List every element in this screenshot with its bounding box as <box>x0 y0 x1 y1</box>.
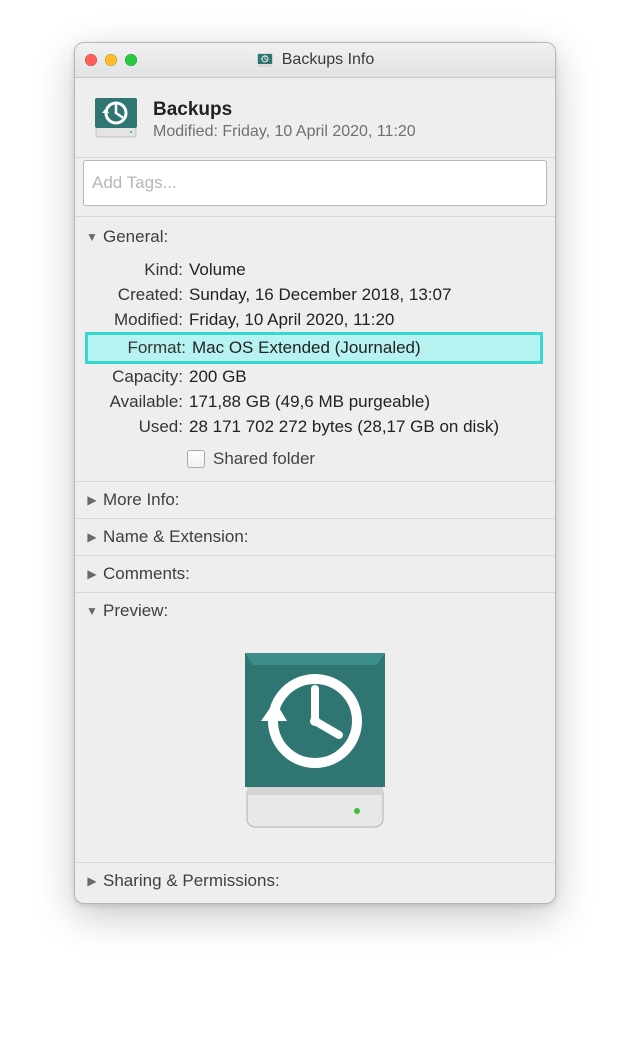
disclosure-right-icon: ▶ <box>85 493 99 507</box>
label-modified: Modified: <box>87 307 189 332</box>
label-capacity: Capacity: <box>87 364 189 389</box>
section-sharing-permissions-title: Sharing & Permissions: <box>103 871 280 891</box>
value-capacity: 200 GB <box>189 364 543 389</box>
tags-input[interactable] <box>83 160 547 206</box>
section-general-header[interactable]: ▼ General: <box>75 219 555 255</box>
value-used: 28 171 702 272 bytes (28,17 GB on disk) <box>189 414 543 439</box>
close-icon[interactable] <box>85 54 97 66</box>
value-created: Sunday, 16 December 2018, 13:07 <box>189 282 543 307</box>
volume-icon <box>91 92 141 147</box>
shared-folder-row: Shared folder <box>187 449 543 469</box>
section-comments: ▶ Comments: <box>75 556 555 593</box>
row-created: Created: Sunday, 16 December 2018, 13:07 <box>87 282 543 307</box>
section-name-extension-header[interactable]: ▶ Name & Extension: <box>75 519 555 555</box>
header: Backups Modified: Friday, 10 April 2020,… <box>75 78 555 158</box>
value-available: 171,88 GB (49,6 MB purgeable) <box>189 389 543 414</box>
disclosure-right-icon: ▶ <box>85 530 99 544</box>
section-more-info: ▶ More Info: <box>75 482 555 519</box>
section-comments-title: Comments: <box>103 564 190 584</box>
section-general-title: General: <box>103 227 168 247</box>
minimize-icon[interactable] <box>105 54 117 66</box>
tags-row <box>75 158 555 217</box>
label-available: Available: <box>87 389 189 414</box>
volume-name: Backups <box>153 99 416 121</box>
section-preview-header[interactable]: ▼ Preview: <box>75 593 555 629</box>
preview-volume-icon <box>225 639 405 844</box>
maximize-icon[interactable] <box>125 54 137 66</box>
titlebar: Backups Info <box>75 43 555 78</box>
row-capacity: Capacity: 200 GB <box>87 364 543 389</box>
shared-folder-label: Shared folder <box>213 449 315 469</box>
disclosure-down-icon: ▼ <box>85 604 99 618</box>
disclosure-down-icon: ▼ <box>85 230 99 244</box>
traffic-lights <box>85 54 137 66</box>
section-comments-header[interactable]: ▶ Comments: <box>75 556 555 592</box>
label-used: Used: <box>87 414 189 439</box>
label-created: Created: <box>87 282 189 307</box>
row-used: Used: 28 171 702 272 bytes (28,17 GB on … <box>87 414 543 439</box>
shared-folder-checkbox[interactable] <box>187 450 205 468</box>
info-window: Backups Info Backups Modified: <box>74 42 556 904</box>
row-format: Format: Mac OS Extended (Journaled) <box>87 332 543 363</box>
row-modified: Modified: Friday, 10 April 2020, 11:20 <box>87 307 543 332</box>
value-format: Mac OS Extended (Journaled) <box>192 332 543 363</box>
row-kind: Kind: Volume <box>87 257 543 282</box>
section-name-extension: ▶ Name & Extension: <box>75 519 555 556</box>
time-machine-disk-icon <box>256 51 274 69</box>
row-available: Available: 171,88 GB (49,6 MB purgeable) <box>87 389 543 414</box>
label-format: Format: <box>85 332 192 363</box>
disclosure-right-icon: ▶ <box>85 874 99 888</box>
header-modified-value: Friday, 10 April 2020, 11:20 <box>222 123 415 140</box>
window-title: Backups Info <box>282 51 375 69</box>
section-sharing-permissions: ▶ Sharing & Permissions: <box>75 863 555 899</box>
section-sharing-permissions-header[interactable]: ▶ Sharing & Permissions: <box>75 863 555 899</box>
section-preview: ▼ Preview: <box>75 593 555 863</box>
section-name-extension-title: Name & Extension: <box>103 527 249 547</box>
section-more-info-title: More Info: <box>103 490 180 510</box>
header-modified: Modified: Friday, 10 April 2020, 11:20 <box>153 123 416 141</box>
section-general: ▼ General: Kind: Volume Created: Sunday,… <box>75 219 555 482</box>
value-modified: Friday, 10 April 2020, 11:20 <box>189 307 543 332</box>
header-modified-label: Modified: <box>153 123 218 140</box>
label-kind: Kind: <box>87 257 189 282</box>
value-kind: Volume <box>189 257 543 282</box>
section-preview-title: Preview: <box>103 601 168 621</box>
section-more-info-header[interactable]: ▶ More Info: <box>75 482 555 518</box>
disclosure-right-icon: ▶ <box>85 567 99 581</box>
